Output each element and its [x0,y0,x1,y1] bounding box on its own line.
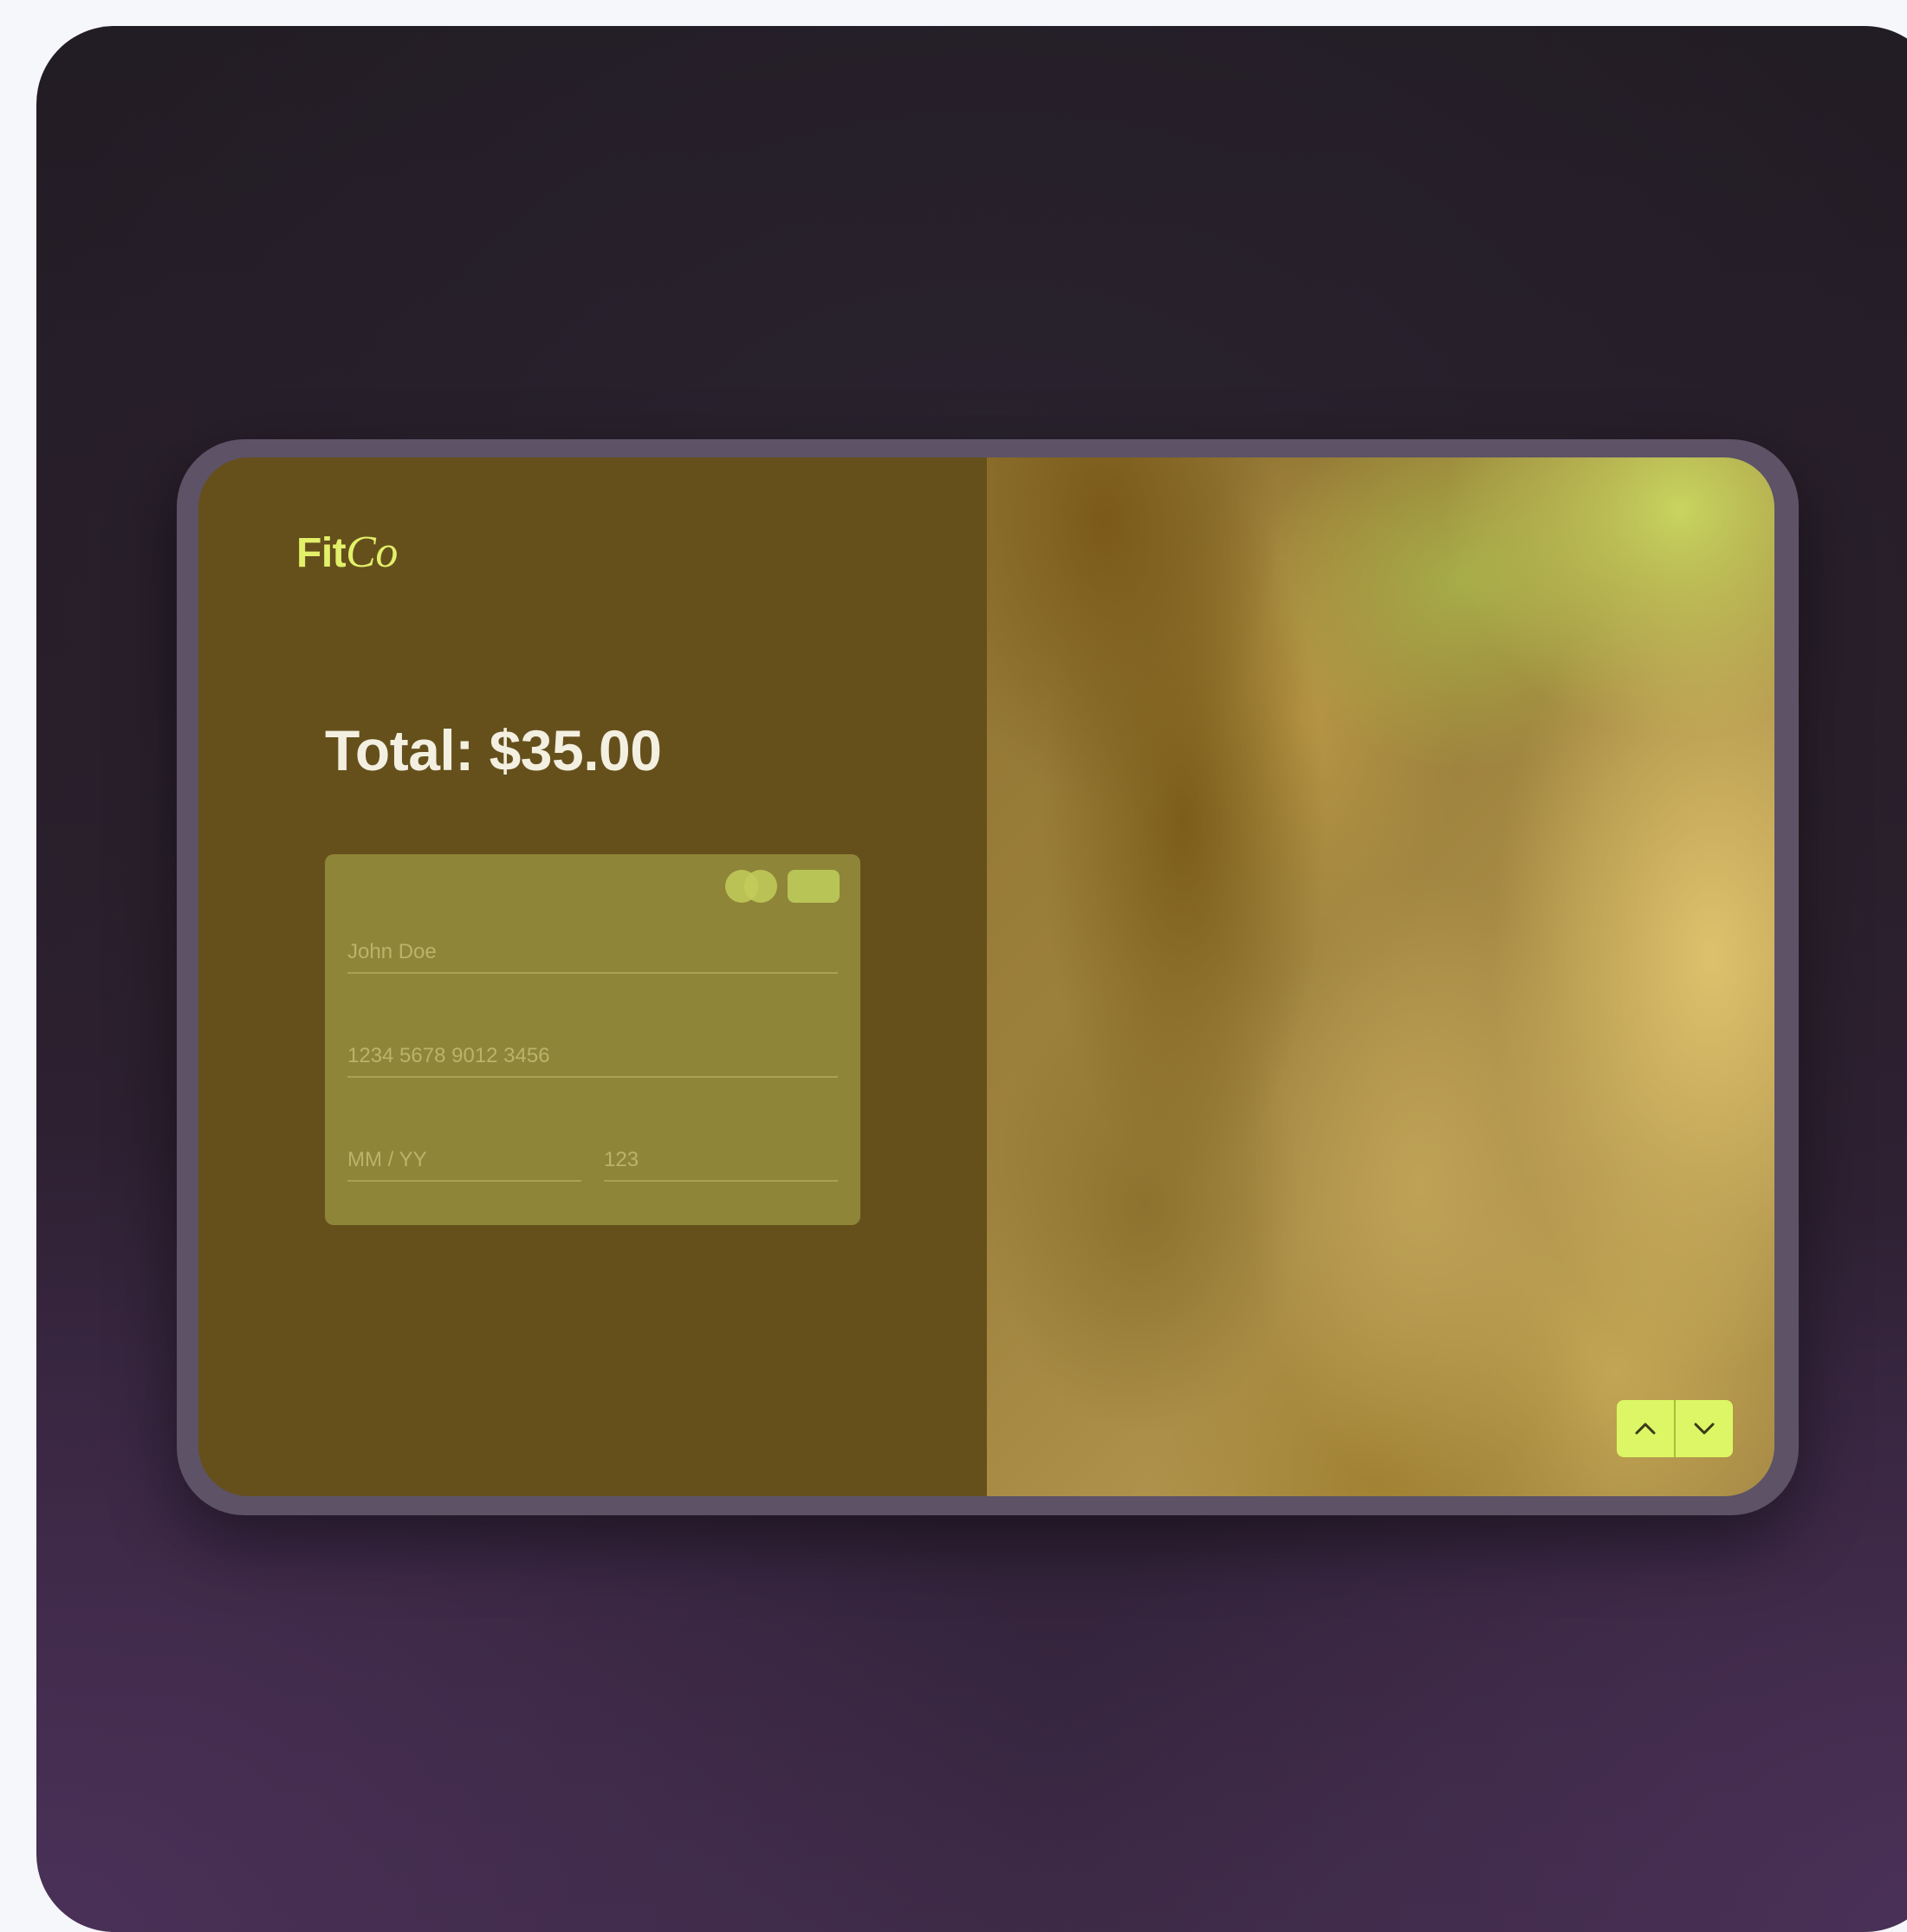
previous-image-button[interactable] [1617,1400,1674,1457]
brand-logo: FitCo [296,527,398,578]
chevron-up-icon [1635,1423,1656,1435]
cvc-field[interactable]: 123 [604,1147,838,1182]
product-image [987,457,1774,1496]
checkout-panel: FitCo Total: $35.00 John Doe 1234 5678 9… [198,457,987,1496]
image-pager [1617,1400,1733,1457]
device-frame: FitCo Total: $35.00 John Doe 1234 5678 9… [177,439,1799,1515]
brand-logo-part-2: Co [346,528,398,577]
device-screen: FitCo Total: $35.00 John Doe 1234 5678 9… [198,457,1774,1496]
expiry-date-field[interactable]: MM / YY [347,1147,581,1182]
mastercard-icon [725,870,777,903]
generic-card-icon [788,870,840,903]
next-image-button[interactable] [1674,1400,1733,1457]
card-number-field[interactable]: 1234 5678 9012 3456 [347,1043,838,1078]
cardholder-name-field[interactable]: John Doe [347,939,838,974]
chevron-down-icon [1694,1423,1715,1435]
payment-card-form: John Doe 1234 5678 9012 3456 MM / YY 123 [325,854,860,1225]
order-total: Total: $35.00 [325,718,662,782]
card-brand-icons [725,870,840,903]
background-canvas: FitCo Total: $35.00 John Doe 1234 5678 9… [36,26,1907,1932]
brand-logo-part-1: Fit [296,530,347,576]
